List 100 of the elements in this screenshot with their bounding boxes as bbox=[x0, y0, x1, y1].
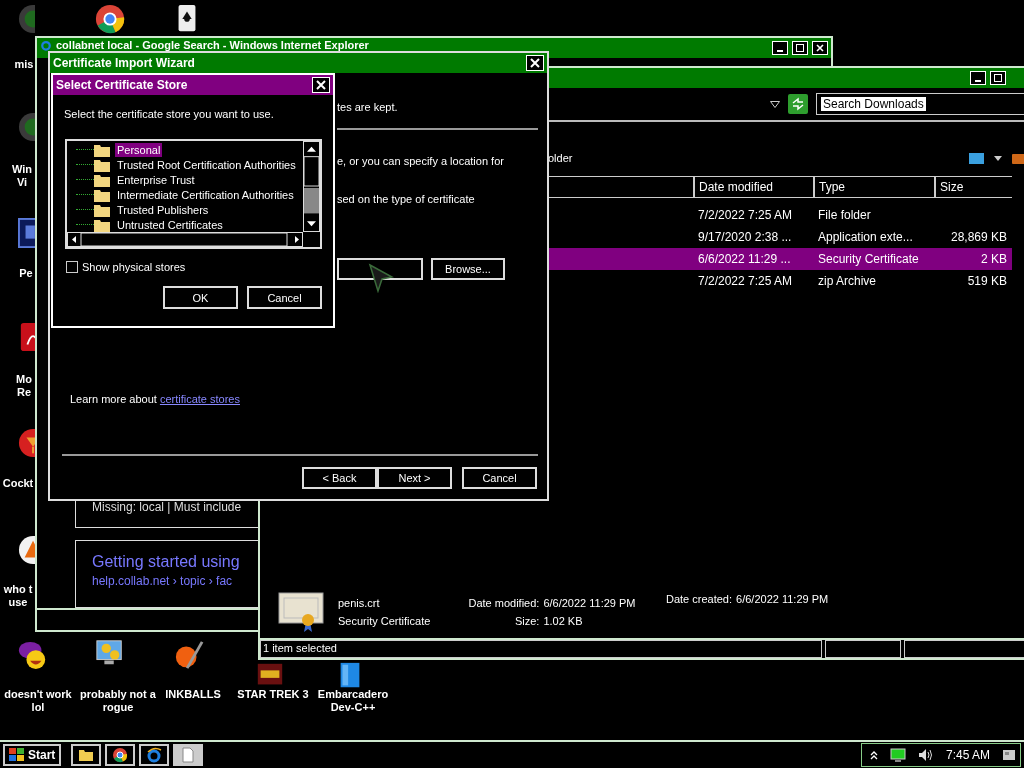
cursor-icon bbox=[368, 263, 394, 293]
smiley-icon[interactable] bbox=[18, 640, 48, 670]
prompt-text: Select the certificate store you want to use. bbox=[64, 107, 275, 121]
cancel-button[interactable]: Cancel bbox=[462, 467, 537, 489]
dialog-title: Select Certificate Store bbox=[56, 78, 188, 92]
close-button[interactable] bbox=[312, 77, 330, 93]
table-cell-text: 28,869 KB bbox=[949, 230, 1008, 244]
table-cell-text: 9/17/2020 2:38 ... bbox=[697, 230, 793, 244]
browser-icon bbox=[40, 39, 52, 51]
taskbar-button[interactable] bbox=[139, 744, 170, 766]
detail-value: 6/6/2022 11:29 PM bbox=[736, 593, 829, 605]
dropdown-arrow-icon[interactable] bbox=[994, 156, 1002, 161]
detail-label: Date modified: bbox=[467, 597, 540, 609]
store-field[interactable] bbox=[337, 258, 423, 280]
certificate-icon bbox=[278, 592, 324, 632]
chevron-up-icon[interactable] bbox=[869, 750, 878, 760]
refresh-icon[interactable] bbox=[788, 94, 808, 114]
status-text: 1 item selected bbox=[260, 640, 822, 658]
toolbar-label[interactable]: older bbox=[548, 152, 573, 164]
icon-label: Win Vi bbox=[10, 163, 34, 189]
minimize-button[interactable] bbox=[970, 71, 986, 85]
close-button[interactable] bbox=[526, 55, 544, 71]
column-header[interactable]: Date modified bbox=[693, 177, 813, 197]
detail-value: 1.02 KB bbox=[543, 615, 584, 627]
detail-label: Date created: bbox=[666, 593, 733, 605]
speaker-icon[interactable] bbox=[917, 748, 934, 762]
cancel-button[interactable]: Cancel bbox=[247, 286, 322, 309]
tree-item[interactable]: Untrusted Certificates bbox=[115, 217, 225, 232]
panel-icon[interactable] bbox=[1012, 153, 1024, 164]
browser-icon[interactable] bbox=[95, 4, 125, 34]
table-cell-text: Application exte... bbox=[817, 230, 914, 244]
icon-label: Pe bbox=[18, 267, 34, 280]
result-title-link[interactable]: Getting started using bbox=[92, 553, 240, 571]
close-button[interactable] bbox=[812, 41, 828, 55]
icon-label: mis bbox=[13, 58, 35, 71]
column-header[interactable]: Size bbox=[934, 177, 1012, 197]
icon-label: doesn't work lol bbox=[3, 688, 73, 714]
monitor-icon[interactable] bbox=[889, 748, 906, 762]
table-cell-text: 6/6/2022 11:29 ... bbox=[697, 252, 792, 266]
folder-icon bbox=[78, 747, 95, 763]
search-field[interactable]: Search Downloads bbox=[816, 93, 1024, 115]
icon-label: Mo Re bbox=[15, 373, 33, 399]
app-icon[interactable] bbox=[17, 428, 35, 458]
icon-label: Embarcadero Dev-C++ bbox=[316, 688, 390, 714]
next-button[interactable]: Next > bbox=[377, 467, 452, 489]
close-icon bbox=[816, 44, 824, 52]
minimize-button[interactable] bbox=[772, 41, 788, 55]
app-icon[interactable] bbox=[17, 218, 35, 248]
detail-value: 6/6/2022 11:29 PM bbox=[543, 597, 637, 609]
maximize-icon bbox=[796, 44, 804, 52]
icon-label: Cockt bbox=[1, 477, 35, 490]
back-button[interactable]: < Back bbox=[302, 467, 377, 489]
column-header[interactable]: Type bbox=[813, 177, 934, 197]
table-cell-text: 7/2/2022 7:25 AM bbox=[697, 208, 794, 222]
icon-label: probably not a rogue bbox=[79, 688, 157, 714]
checkbox[interactable] bbox=[66, 261, 78, 273]
ball-icon[interactable] bbox=[174, 640, 204, 670]
icon-label: INKBALLS bbox=[164, 688, 222, 701]
maximize-icon bbox=[994, 74, 1002, 82]
scrollbar[interactable] bbox=[303, 141, 320, 232]
taskbar-button[interactable] bbox=[105, 744, 136, 766]
show-desktop-icon[interactable] bbox=[1002, 748, 1016, 762]
taskbar-button[interactable] bbox=[173, 744, 204, 766]
result-url: help.collab.net › topic › fac bbox=[92, 574, 233, 588]
tree-item[interactable]: Trusted Publishers bbox=[115, 202, 211, 217]
tree-item[interactable]: Intermediate Certification Authorities bbox=[115, 187, 296, 202]
table-cell-text: File folder bbox=[817, 208, 872, 222]
folder-icon bbox=[94, 157, 110, 172]
start-button[interactable]: Start bbox=[3, 744, 62, 766]
clock[interactable]: 7:45 AM bbox=[945, 748, 990, 762]
detail-label: Size: bbox=[513, 615, 540, 627]
tree-item[interactable]: Enterprise Trust bbox=[115, 172, 197, 187]
tree-item[interactable]: Personal bbox=[115, 142, 163, 157]
tree-item[interactable]: Trusted Root Certification Authorities bbox=[115, 157, 298, 172]
folder-icon bbox=[94, 172, 110, 187]
dropdown-arrow-icon[interactable] bbox=[770, 100, 780, 108]
instruction-text: sed on the type of certificate bbox=[337, 192, 476, 206]
instruction-text: e, or you can specify a location for bbox=[337, 154, 505, 168]
file-name: penis.crt bbox=[338, 597, 380, 609]
close-icon bbox=[530, 58, 540, 68]
browser-icon bbox=[146, 747, 163, 763]
windows-logo-icon bbox=[9, 748, 25, 762]
document-icon bbox=[180, 747, 197, 763]
table-cell-text: 2 KB bbox=[980, 252, 1008, 266]
help-text: Learn more about bbox=[70, 393, 157, 405]
browse-button[interactable]: Browse... bbox=[431, 258, 505, 280]
result-snippet: Missing: local | Must include bbox=[92, 500, 242, 514]
ok-button[interactable]: OK bbox=[163, 286, 238, 309]
table-cell-text: 519 KB bbox=[966, 274, 1008, 288]
checkbox-label[interactable]: Show physical stores bbox=[82, 261, 186, 273]
icon-label: who t use bbox=[2, 583, 34, 609]
help-link[interactable]: certificate stores bbox=[159, 393, 240, 405]
folder-icon bbox=[94, 142, 110, 157]
icon-label: STAR TREK 3 bbox=[236, 688, 310, 701]
table-cell-text: 7/2/2022 7:25 AM bbox=[697, 274, 794, 288]
maximize-button[interactable] bbox=[990, 71, 1006, 85]
maximize-button[interactable] bbox=[792, 41, 808, 55]
folder-icon bbox=[94, 187, 110, 202]
instruction-text: tes are kept. bbox=[337, 100, 399, 114]
taskbar-button[interactable] bbox=[71, 744, 102, 766]
